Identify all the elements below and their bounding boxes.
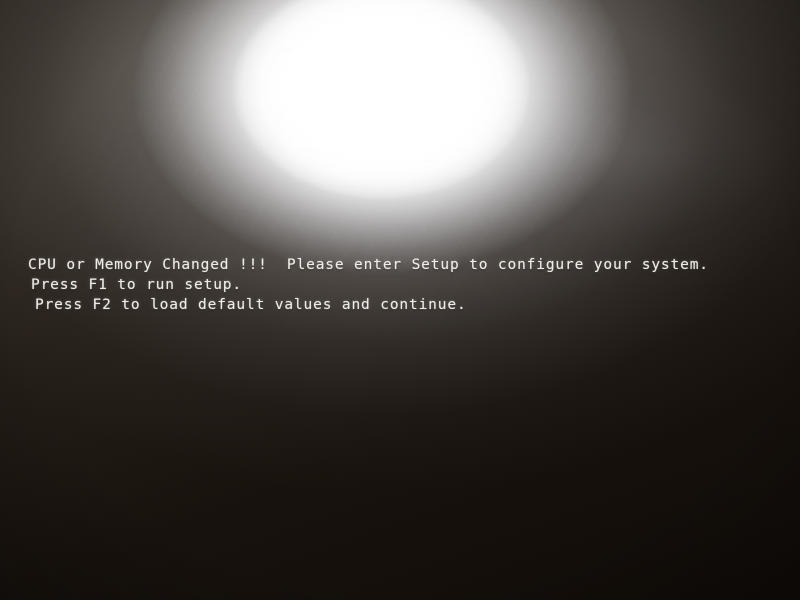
monitor-photo: CPU or Memory Changed !!! Please enter S…: [0, 0, 800, 600]
post-warning-line: CPU or Memory Changed !!! Please enter S…: [28, 257, 709, 273]
post-f2-prompt-line: Press F2 to load default values and cont…: [35, 297, 467, 313]
post-f1-prompt-line: Press F1 to run setup.: [31, 277, 242, 293]
post-message-block: CPU or Memory Changed !!! Please enter S…: [28, 255, 796, 315]
